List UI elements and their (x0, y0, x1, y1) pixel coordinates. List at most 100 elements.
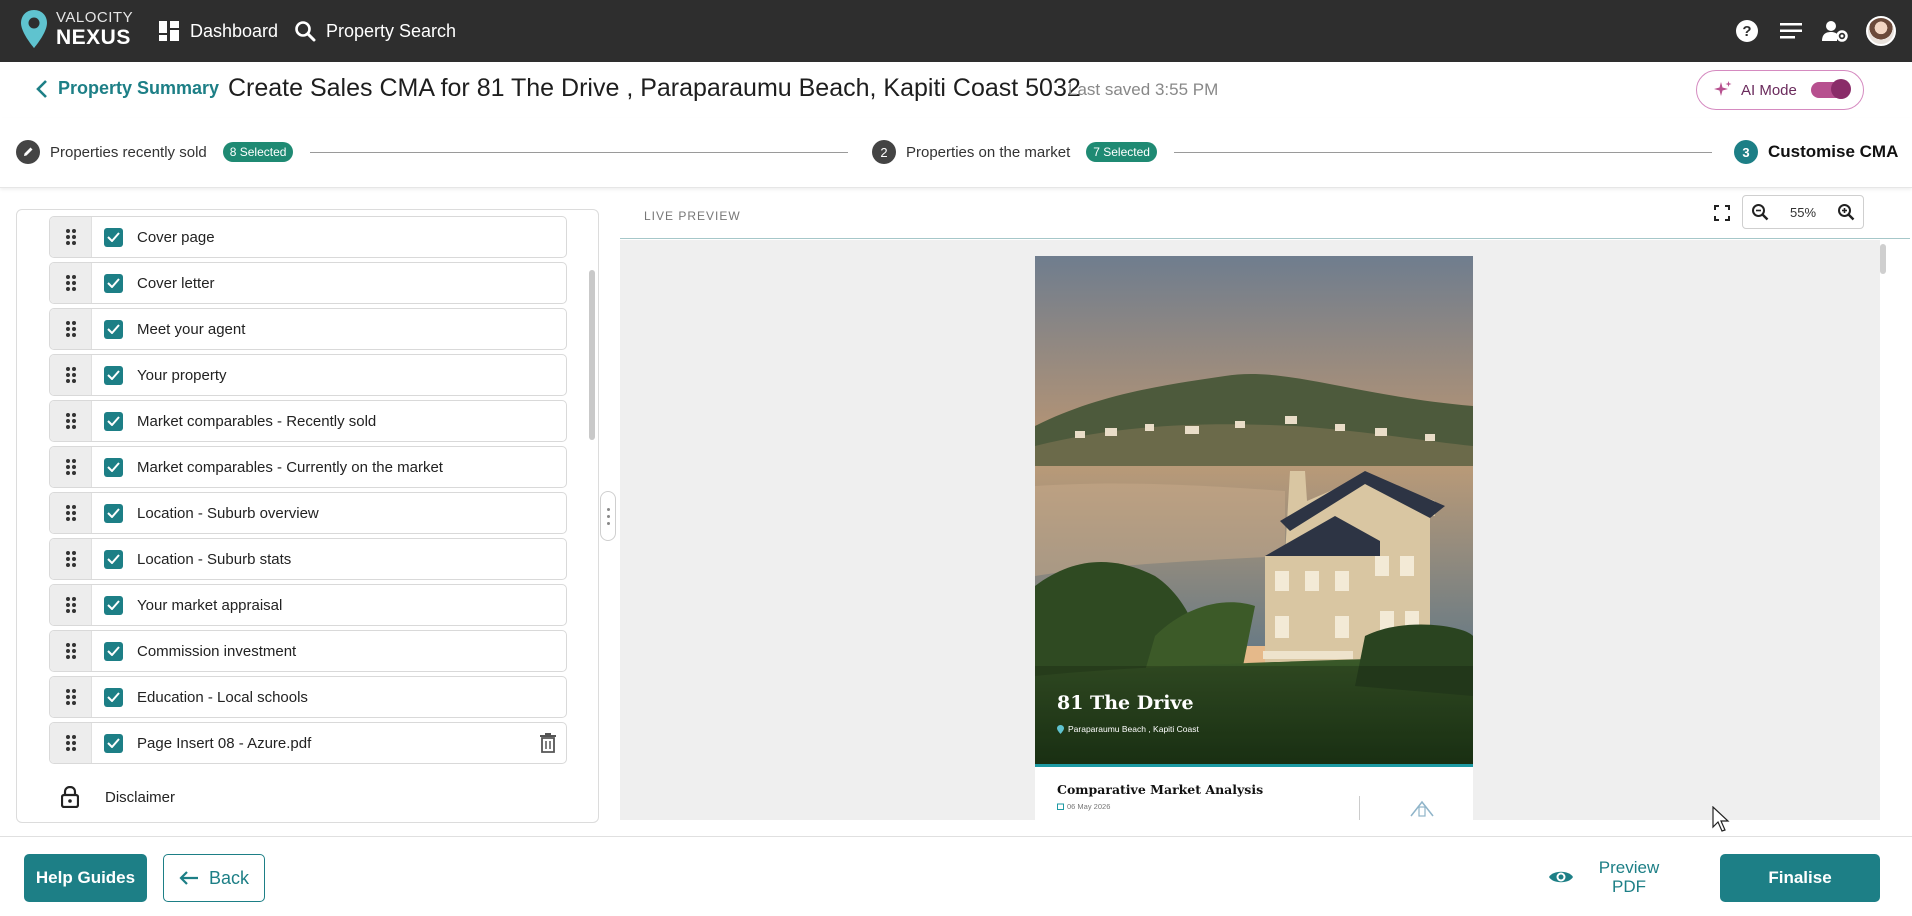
live-preview-label: LIVE PREVIEW (644, 209, 741, 223)
section-checkbox[interactable] (104, 595, 123, 615)
cma-date-text: 06 May 2026 (1067, 802, 1111, 811)
drag-handle-icon[interactable] (50, 217, 92, 257)
step-properties-on-the-market[interactable]: 2 Properties on the market 7 Selected (872, 140, 1157, 164)
preview-scrollbar[interactable] (1880, 244, 1886, 274)
zoom-level: 55% (1789, 204, 1817, 220)
map-pin-icon (1057, 724, 1064, 734)
ai-mode-label: AI Mode (1741, 81, 1797, 99)
chevron-left-icon (36, 79, 47, 98)
section-item-market-comparables-on-market[interactable]: Market comparables - Currently on the ma… (49, 446, 567, 488)
help-icon[interactable]: ? (1734, 18, 1760, 44)
nav-property-search[interactable]: Property Search (294, 0, 456, 62)
doc-divider (1359, 796, 1360, 820)
section-label: Commission investment (137, 642, 297, 660)
arrow-left-icon (179, 871, 198, 885)
section-item-education-local-schools[interactable]: Education - Local schools (49, 676, 567, 718)
section-label: Market comparables - Currently on the ma… (137, 458, 443, 476)
section-checkbox[interactable] (104, 365, 123, 385)
section-checkbox[interactable] (104, 687, 123, 707)
finalise-button[interactable]: Finalise (1720, 854, 1880, 902)
location-pin-logo-icon (21, 10, 47, 48)
drag-handle-icon[interactable] (50, 723, 92, 763)
pencil-icon (16, 140, 40, 164)
step-customise-cma[interactable]: 3 Customise CMA (1734, 140, 1898, 164)
section-label: Disclaimer (105, 788, 176, 806)
panel-resize-handle[interactable] (600, 491, 616, 541)
drag-handle-icon[interactable] (50, 493, 92, 533)
cma-document-page: 81 The Drive Paraparaumu Beach , Kapiti … (1035, 256, 1473, 820)
zoom-in-icon[interactable] (1837, 203, 1855, 221)
drag-handle-icon[interactable] (50, 539, 92, 579)
last-saved-status: Last saved 3:55 PM (1068, 80, 1219, 99)
section-item-market-comparables-recently-sold[interactable]: Market comparables - Recently sold (49, 400, 567, 442)
sections-scrollbar[interactable] (589, 270, 595, 440)
section-item-cover-letter[interactable]: Cover letter (49, 262, 567, 304)
top-navigation-bar: VALOCITY NEXUS Dashboard Property Search… (0, 0, 1912, 62)
fullscreen-icon[interactable] (1704, 197, 1740, 229)
section-item-location-suburb-stats[interactable]: Location - Suburb stats (49, 538, 567, 580)
drag-handle-icon[interactable] (50, 585, 92, 625)
section-checkbox[interactable] (104, 411, 123, 431)
search-icon (295, 21, 316, 42)
section-item-page-insert[interactable]: Page Insert 08 - Azure.pdf (49, 722, 567, 764)
section-checkbox[interactable] (104, 273, 123, 293)
cover-property-location: Paraparaumu Beach , Kapiti Coast (1057, 724, 1199, 734)
section-item-disclaimer: Disclaimer (49, 776, 175, 818)
step-number: 3 (1734, 140, 1758, 164)
page-title: Create Sales CMA for 81 The Drive , Para… (228, 74, 1081, 102)
section-checkbox[interactable] (104, 503, 123, 523)
preview-pdf-button[interactable]: Preview PDF (1548, 851, 1664, 903)
back-button[interactable]: Back (163, 854, 265, 902)
section-checkbox[interactable] (104, 733, 123, 753)
section-checkbox[interactable] (104, 641, 123, 661)
cover-divider (1035, 764, 1473, 767)
section-checkbox[interactable] (104, 319, 123, 339)
section-label: Your market appraisal (137, 596, 283, 614)
step-connector (310, 152, 848, 153)
section-item-meet-your-agent[interactable]: Meet your agent (49, 308, 567, 350)
valocity-nexus-logo[interactable]: VALOCITY NEXUS (20, 9, 133, 49)
section-item-your-market-appraisal[interactable]: Your market appraisal (49, 584, 567, 626)
menu-lines-icon[interactable] (1778, 18, 1804, 44)
mouse-cursor-icon (1712, 806, 1730, 832)
section-label: Cover page (137, 228, 215, 246)
trash-icon[interactable] (540, 733, 556, 753)
section-item-your-property[interactable]: Your property (49, 354, 567, 396)
live-preview-area: 81 The Drive Paraparaumu Beach , Kapiti … (620, 240, 1880, 820)
ai-mode-switch[interactable] (1811, 79, 1851, 99)
section-label: Location - Suburb overview (137, 504, 319, 522)
section-checkbox[interactable] (104, 457, 123, 477)
zoom-control: 55% (1742, 195, 1864, 229)
section-item-cover-page[interactable]: Cover page (49, 216, 567, 258)
cma-sections-panel: Cover page Cover letter Meet your agent … (16, 209, 599, 823)
step-label: Properties on the market (906, 143, 1071, 161)
ai-mode-toggle[interactable]: AI Mode (1696, 70, 1864, 110)
help-guides-button[interactable]: Help Guides (24, 854, 147, 902)
nav-dashboard-label: Dashboard (190, 20, 279, 41)
drag-handle-icon[interactable] (50, 263, 92, 303)
user-settings-icon[interactable] (1822, 18, 1848, 44)
step-label: Customise CMA (1768, 142, 1899, 161)
footer-bar: Help Guides Back Preview PDF Finalise (0, 836, 1912, 916)
drag-handle-icon[interactable] (50, 401, 92, 441)
section-checkbox[interactable] (104, 227, 123, 247)
lock-icon (61, 786, 79, 808)
back-to-property-summary-link[interactable]: Property Summary (36, 78, 219, 99)
step-properties-recently-sold[interactable]: Properties recently sold 8 Selected (16, 140, 294, 164)
section-item-commission-investment[interactable]: Commission investment (49, 630, 567, 672)
drag-handle-icon[interactable] (50, 677, 92, 717)
drag-handle-icon[interactable] (50, 631, 92, 671)
drag-handle-icon[interactable] (50, 355, 92, 395)
drag-handle-icon[interactable] (50, 309, 92, 349)
section-label: Cover letter (137, 274, 215, 292)
back-button-label: Back (208, 867, 250, 888)
section-label: Education - Local schools (137, 688, 308, 706)
zoom-out-icon[interactable] (1751, 203, 1769, 221)
eye-icon (1549, 871, 1573, 883)
nav-dashboard[interactable]: Dashboard (158, 0, 278, 62)
back-link-label: Property Summary (58, 78, 220, 98)
drag-handle-icon[interactable] (50, 447, 92, 487)
avatar[interactable] (1866, 16, 1896, 46)
section-item-location-suburb-overview[interactable]: Location - Suburb overview (49, 492, 567, 534)
section-checkbox[interactable] (104, 549, 123, 569)
